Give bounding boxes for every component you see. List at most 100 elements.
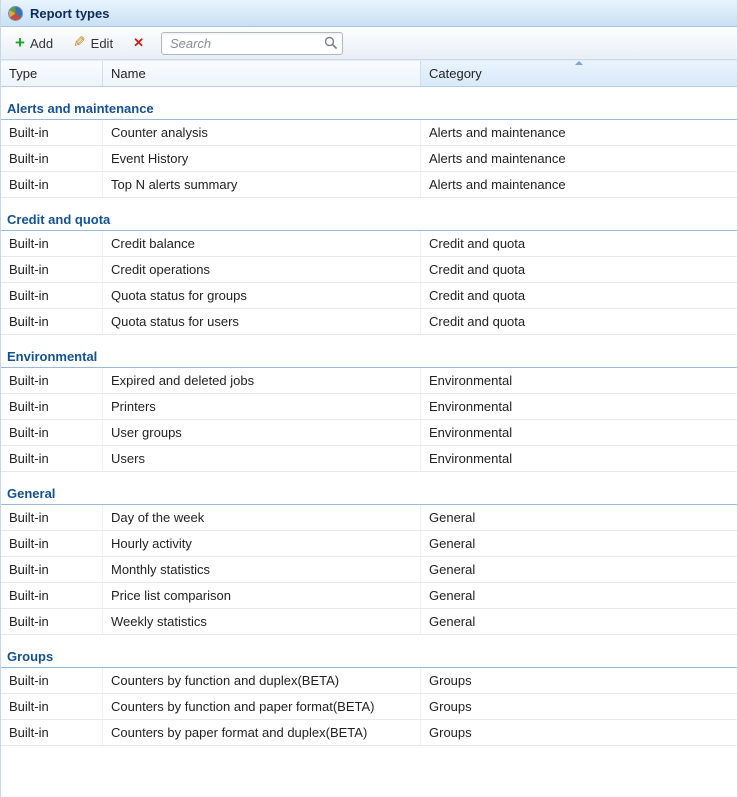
- cell-name: Expired and deleted jobs: [103, 368, 421, 393]
- cell-category: General: [421, 505, 737, 530]
- cell-type: Built-in: [1, 583, 103, 608]
- table-row[interactable]: Built-inTop N alerts summaryAlerts and m…: [1, 172, 737, 198]
- cell-category: General: [421, 557, 737, 582]
- table-row[interactable]: Built-inCredit operationsCredit and quot…: [1, 257, 737, 283]
- table-row[interactable]: Built-inDay of the weekGeneral: [1, 505, 737, 531]
- cell-name: Counters by function and paper format(BE…: [103, 694, 421, 719]
- column-header-name[interactable]: Name: [103, 61, 421, 86]
- cell-category: Environmental: [421, 368, 737, 393]
- group-header: Credit and quota: [1, 198, 737, 231]
- cell-name: Credit operations: [103, 257, 421, 282]
- table-row[interactable]: Built-inWeekly statisticsGeneral: [1, 609, 737, 635]
- table-row[interactable]: Built-inMonthly statisticsGeneral: [1, 557, 737, 583]
- cell-category: General: [421, 609, 737, 634]
- table-row[interactable]: Built-inUser groupsEnvironmental: [1, 420, 737, 446]
- table-row[interactable]: Built-inEvent HistoryAlerts and maintena…: [1, 146, 737, 172]
- cell-type: Built-in: [1, 394, 103, 419]
- cell-category: Credit and quota: [421, 309, 737, 334]
- edit-button[interactable]: ✎ Edit: [64, 32, 122, 55]
- cell-name: Top N alerts summary: [103, 172, 421, 197]
- grid-header: Type Name Category: [1, 60, 737, 87]
- cell-category: Groups: [421, 694, 737, 719]
- group-header: Environmental: [1, 335, 737, 368]
- cell-name: Counter analysis: [103, 120, 421, 145]
- cell-type: Built-in: [1, 283, 103, 308]
- cell-name: Quota status for users: [103, 309, 421, 334]
- window-title: Report types: [30, 6, 109, 21]
- cell-category: Groups: [421, 720, 737, 745]
- cell-type: Built-in: [1, 557, 103, 582]
- table-row[interactable]: Built-inCounters by function and paper f…: [1, 694, 737, 720]
- grid-body: Alerts and maintenanceBuilt-inCounter an…: [1, 87, 737, 797]
- group-header: Groups: [1, 635, 737, 668]
- cell-type: Built-in: [1, 505, 103, 530]
- cell-name: Quota status for groups: [103, 283, 421, 308]
- table-row[interactable]: Built-inCounters by function and duplex(…: [1, 668, 737, 694]
- cell-category: Alerts and maintenance: [421, 146, 737, 171]
- cell-type: Built-in: [1, 120, 103, 145]
- cell-category: Credit and quota: [421, 283, 737, 308]
- table-row[interactable]: Built-inCredit balanceCredit and quota: [1, 231, 737, 257]
- table-row[interactable]: Built-inHourly activityGeneral: [1, 531, 737, 557]
- search-icon[interactable]: [324, 36, 338, 50]
- group-header: General: [1, 472, 737, 505]
- cell-name: Counters by function and duplex(BETA): [103, 668, 421, 693]
- pencil-icon: ✎: [73, 36, 86, 50]
- table-row[interactable]: Built-inExpired and deleted jobsEnvironm…: [1, 368, 737, 394]
- cell-name: Monthly statistics: [103, 557, 421, 582]
- table-row[interactable]: Built-inUsersEnvironmental: [1, 446, 737, 472]
- column-header-category-label: Category: [429, 66, 482, 81]
- search-input[interactable]: [170, 36, 324, 51]
- cell-category: Alerts and maintenance: [421, 172, 737, 197]
- cell-type: Built-in: [1, 231, 103, 256]
- cell-category: Credit and quota: [421, 231, 737, 256]
- cell-name: Price list comparison: [103, 583, 421, 608]
- cell-category: Environmental: [421, 394, 737, 419]
- cell-name: Counters by paper format and duplex(BETA…: [103, 720, 421, 745]
- toolbar: + Add ✎ Edit ✕: [1, 27, 737, 60]
- delete-button[interactable]: ✕: [124, 32, 153, 54]
- table-row[interactable]: Built-inQuota status for groupsCredit an…: [1, 283, 737, 309]
- cell-type: Built-in: [1, 446, 103, 471]
- cell-category: General: [421, 531, 737, 556]
- cell-name: Event History: [103, 146, 421, 171]
- cell-type: Built-in: [1, 368, 103, 393]
- table-row[interactable]: Built-inPrintersEnvironmental: [1, 394, 737, 420]
- column-header-type[interactable]: Type: [1, 61, 103, 86]
- cell-type: Built-in: [1, 531, 103, 556]
- cell-type: Built-in: [1, 420, 103, 445]
- cell-name: Weekly statistics: [103, 609, 421, 634]
- column-header-name-label: Name: [111, 66, 146, 81]
- cell-name: Credit balance: [103, 231, 421, 256]
- cell-type: Built-in: [1, 720, 103, 745]
- cell-type: Built-in: [1, 146, 103, 171]
- cell-name: Printers: [103, 394, 421, 419]
- table-row[interactable]: Built-inQuota status for usersCredit and…: [1, 309, 737, 335]
- cell-name: Users: [103, 446, 421, 471]
- cell-type: Built-in: [1, 668, 103, 693]
- table-row[interactable]: Built-inCounter analysisAlerts and maint…: [1, 120, 737, 146]
- edit-button-label: Edit: [91, 36, 113, 51]
- cell-category: Credit and quota: [421, 257, 737, 282]
- sort-asc-icon: [575, 61, 583, 65]
- pie-chart-icon: [8, 6, 23, 21]
- cell-type: Built-in: [1, 257, 103, 282]
- report-types-window: Report types + Add ✎ Edit ✕ Type: [0, 0, 738, 797]
- cell-category: General: [421, 583, 737, 608]
- cell-category: Environmental: [421, 420, 737, 445]
- search-box: [161, 32, 343, 55]
- table-row[interactable]: Built-inCounters by paper format and dup…: [1, 720, 737, 746]
- cell-type: Built-in: [1, 694, 103, 719]
- cell-type: Built-in: [1, 309, 103, 334]
- table-row[interactable]: Built-inPrice list comparisonGeneral: [1, 583, 737, 609]
- group-header: Alerts and maintenance: [1, 87, 737, 120]
- cell-name: Hourly activity: [103, 531, 421, 556]
- cell-category: Alerts and maintenance: [421, 120, 737, 145]
- plus-icon: +: [15, 36, 25, 50]
- cell-type: Built-in: [1, 172, 103, 197]
- add-button[interactable]: + Add: [6, 32, 62, 55]
- cell-name: User groups: [103, 420, 421, 445]
- add-button-label: Add: [30, 36, 53, 51]
- cell-category: Groups: [421, 668, 737, 693]
- column-header-category[interactable]: Category: [421, 61, 737, 86]
